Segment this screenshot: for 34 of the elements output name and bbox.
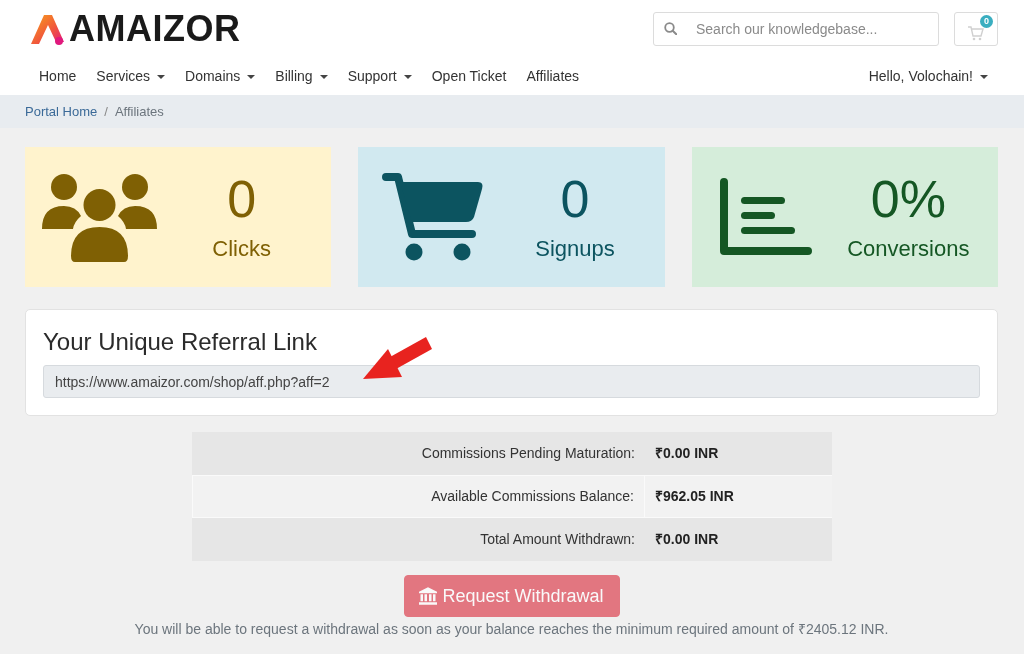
table-cell: Available Commissions Balance:: [192, 475, 645, 518]
stat-label: Clicks: [212, 236, 271, 263]
stat-value: 0: [560, 171, 590, 229]
logo-icon: [30, 13, 65, 45]
nav-link[interactable]: Billing: [265, 66, 338, 87]
card-title: Your Unique Referral Link: [43, 327, 317, 357]
bank-icon: [419, 587, 438, 605]
stat-value: 0%: [870, 171, 946, 229]
referral-link-field[interactable]: https://www.amaizor.com/shop/aff.php?aff=2: [43, 365, 980, 398]
nav-link[interactable]: Open Ticket: [421, 66, 517, 87]
stat-label: Conversions: [847, 236, 970, 263]
table-cell: Total Amount Withdrawn:: [192, 518, 645, 561]
user-menu[interactable]: Hello, Volochain!: [858, 66, 998, 87]
table-cell: Commissions Pending Maturation:: [192, 432, 645, 475]
table-cell: ₹962.05 INR: [645, 475, 832, 518]
count-badge: 0: [980, 15, 993, 28]
table-cell: ₹0.00 INR: [645, 518, 832, 561]
nav-link[interactable]: Affiliates: [516, 66, 590, 87]
cart-icon: [968, 26, 984, 41]
nav-link[interactable]: Services: [86, 66, 176, 87]
stat-value: 0: [227, 171, 257, 229]
breadcrumb-link[interactable]: Portal Home: [25, 101, 98, 122]
breadcrumb-separator: /: [103, 102, 109, 121]
info-text: You will be able to request a withdrawal as soon as your balance reaches the minimum required amount of ₹2405.12 INR.: [133, 621, 890, 637]
logo-text: AMAIZOR: [69, 11, 241, 47]
stat-label: Signups: [535, 236, 615, 263]
breadcrumb-current: Affiliates: [114, 102, 164, 121]
arrow-icon: [362, 335, 433, 381]
nav-link[interactable]: Support: [337, 66, 422, 87]
nav-link[interactable]: Home: [29, 66, 87, 87]
search-icon: [664, 22, 677, 35]
nav-link[interactable]: Domains: [175, 66, 266, 87]
table-cell: ₹0.00 INR: [645, 432, 832, 475]
search-field[interactable]: Search our knowledgebase...: [653, 12, 939, 46]
